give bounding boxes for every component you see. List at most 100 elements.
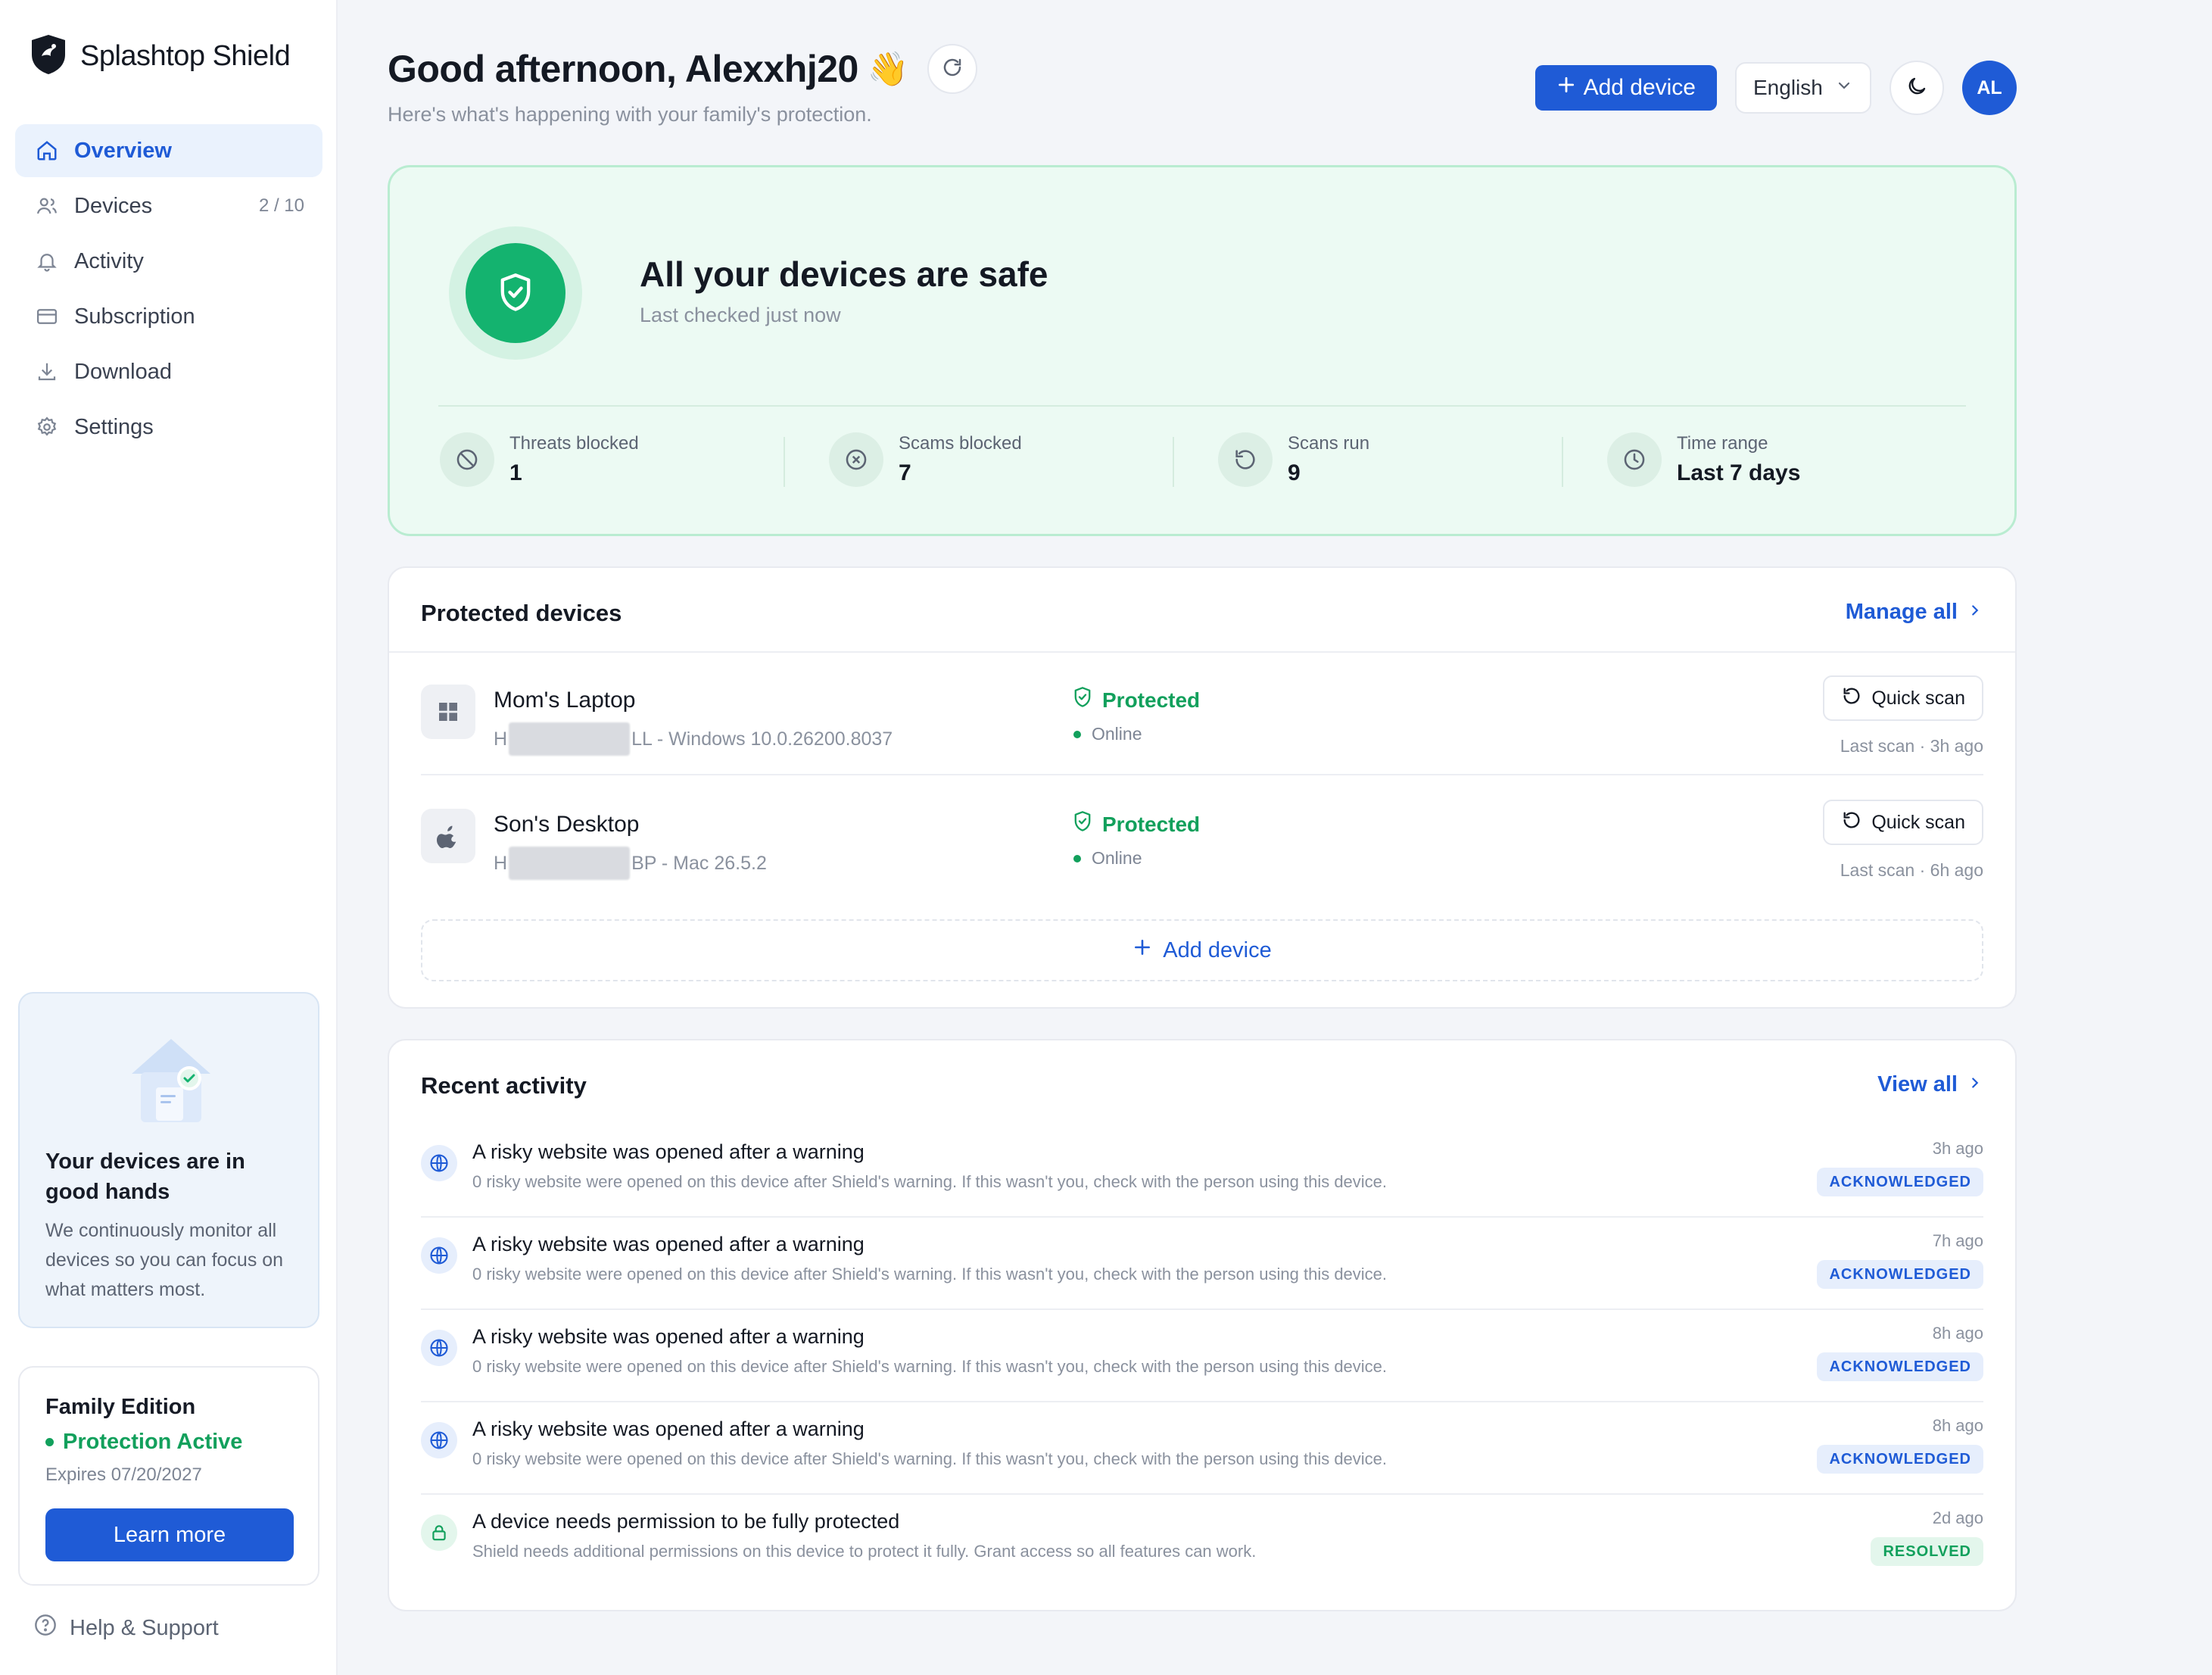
- safety-status-card: All your devices are safe Last checked j…: [388, 165, 2017, 536]
- status-badge: RESOLVED: [1871, 1537, 1983, 1566]
- plus-icon: [1132, 937, 1152, 963]
- activity-description: 0 risky website were opened on this devi…: [472, 1265, 1388, 1284]
- help-circle-icon: [33, 1613, 58, 1643]
- users-icon: [33, 192, 61, 220]
- brand[interactable]: Splashtop Shield: [29, 33, 291, 80]
- online-dot: [1073, 730, 1081, 738]
- divider: [438, 405, 1966, 407]
- device-meta: H BP - Mac 26.5.2: [494, 847, 767, 880]
- device-row[interactable]: Mom's Laptop H LL - Windows 10.0.26200.8…: [421, 653, 1983, 775]
- lock-icon: [421, 1514, 457, 1551]
- device-meta-suffix: BP - Mac 26.5.2: [631, 852, 767, 874]
- sidebar-item-overview[interactable]: Overview: [15, 124, 322, 177]
- learn-more-button[interactable]: Learn more: [45, 1508, 294, 1561]
- theme-toggle-button[interactable]: [1890, 61, 1944, 115]
- language-value: English: [1753, 76, 1823, 99]
- protection-status-label: Protected: [1102, 812, 1201, 836]
- add-device-row-button[interactable]: Add device: [421, 919, 1983, 981]
- home-icon: [33, 137, 61, 164]
- activity-description: 0 risky website were opened on this devi…: [472, 1449, 1388, 1468]
- panel-title: Recent activity: [421, 1072, 587, 1099]
- sidebar-item-label: Subscription: [74, 304, 195, 329]
- sidebar-item-subscription[interactable]: Subscription: [15, 290, 322, 343]
- stats-row: Threats blocked 1 Scams blocked 7 Scans …: [438, 432, 1966, 487]
- refresh-button[interactable]: [927, 44, 977, 94]
- header-actions: Add device English AL: [1534, 61, 2017, 115]
- history-icon: [1841, 809, 1862, 836]
- device-name: Son's Desktop: [494, 812, 640, 837]
- download-icon: [33, 358, 61, 385]
- history-icon: [1218, 432, 1273, 487]
- shield-check-icon: [1072, 810, 1093, 838]
- page-subtitle: Here's what's happening with your family…: [388, 103, 872, 126]
- plan-name: Family Edition: [45, 1395, 196, 1419]
- shield-check-icon: [466, 243, 565, 343]
- safety-title: All your devices are safe: [640, 254, 1048, 294]
- status-badge: ACKNOWLEDGED: [1817, 1445, 1983, 1474]
- device-name: Mom's Laptop: [494, 688, 636, 713]
- promo-title: Your devices are in good hands: [45, 1149, 245, 1204]
- device-count: 2 / 10: [258, 195, 304, 216]
- activity-time: 2d ago: [1932, 1508, 1983, 1527]
- status-dot: [45, 1438, 54, 1446]
- add-device-button[interactable]: Add device: [1534, 65, 1717, 111]
- sidebar-item-devices[interactable]: Devices 2 / 10: [15, 179, 322, 232]
- chevron-right-icon: [1967, 600, 1983, 625]
- wave-icon: 👋: [867, 51, 909, 88]
- x-circle-icon: [829, 432, 883, 487]
- sidebar-item-download[interactable]: Download: [15, 345, 322, 398]
- shield-logo-icon: [29, 33, 68, 80]
- quick-scan-button[interactable]: Quick scan: [1823, 800, 1983, 845]
- stat-label: Time range: [1677, 433, 1768, 454]
- manage-all-link[interactable]: Manage all: [1846, 600, 1983, 625]
- device-row[interactable]: Son's Desktop H BP - Mac 26.5.2 Protecte…: [421, 777, 1983, 900]
- stat-scans-run: Scans run 9: [1173, 432, 1577, 487]
- view-all-link[interactable]: View all: [1877, 1072, 1983, 1097]
- greeting: Good afternoon, Alexxhj20 👋: [388, 44, 977, 94]
- sidebar-nav: Overview Devices 2 / 10 Activity Subscri…: [15, 124, 322, 456]
- add-device-label: Add device: [1583, 75, 1696, 100]
- activity-item[interactable]: A device needs permission to be fully pr…: [421, 1496, 1983, 1587]
- protection-status-label: Protected: [1102, 688, 1201, 712]
- promo-text: We continuously monitor all devices so y…: [45, 1220, 284, 1300]
- activity-item[interactable]: A risky website was opened after a warni…: [421, 1219, 1983, 1310]
- plan-expiry: Expires 07/20/2027: [45, 1464, 202, 1485]
- stat-label: Scams blocked: [899, 433, 1022, 454]
- shield-badge: [449, 226, 582, 360]
- card-icon: [33, 303, 61, 330]
- activity-time: 3h ago: [1932, 1139, 1983, 1158]
- sidebar-item-settings[interactable]: Settings: [15, 401, 322, 454]
- activity-item[interactable]: A risky website was opened after a warni…: [421, 1312, 1983, 1402]
- device-meta: H LL - Windows 10.0.26200.8037: [494, 722, 893, 756]
- bell-icon: [33, 248, 61, 275]
- help-support-link[interactable]: Help & Support: [33, 1613, 219, 1643]
- avatar[interactable]: AL: [1962, 61, 2017, 115]
- activity-description: 0 risky website were opened on this devi…: [472, 1172, 1388, 1191]
- activity-item[interactable]: A risky website was opened after a warni…: [421, 1127, 1983, 1218]
- protection-status: Protected: [1072, 686, 1200, 714]
- quick-scan-button[interactable]: Quick scan: [1823, 675, 1983, 721]
- device-meta-prefix: H: [494, 728, 508, 750]
- protected-devices-panel: Protected devices Manage all Mom's Lapto…: [388, 566, 2017, 1009]
- activity-title: A risky website was opened after a warni…: [472, 1325, 865, 1348]
- stat-scams-blocked: Scams blocked 7: [784, 432, 1188, 487]
- plan-status: Protection Active: [45, 1430, 242, 1455]
- promo-card: Your devices are in good hands We contin…: [18, 992, 319, 1328]
- gear-icon: [33, 413, 61, 441]
- stat-label: Threats blocked: [509, 433, 639, 454]
- globe-icon: [421, 1422, 457, 1458]
- stat-time-range: Time range Last 7 days: [1562, 432, 1966, 487]
- activity-time: 8h ago: [1932, 1416, 1983, 1435]
- add-device-label: Add device: [1163, 937, 1272, 962]
- device-meta-suffix: LL - Windows 10.0.26200.8037: [631, 728, 893, 750]
- brand-name: Splashtop Shield: [80, 40, 291, 72]
- online-status: Online: [1073, 724, 1142, 744]
- activity-item[interactable]: A risky website was opened after a warni…: [421, 1404, 1983, 1495]
- activity-title: A risky website was opened after a warni…: [472, 1418, 865, 1440]
- language-select[interactable]: English: [1735, 62, 1871, 114]
- sidebar-item-activity[interactable]: Activity: [15, 235, 322, 288]
- status-badge: ACKNOWLEDGED: [1817, 1168, 1983, 1196]
- safety-subtitle: Last checked just now: [640, 304, 841, 326]
- activity-title: A risky website was opened after a warni…: [472, 1233, 865, 1255]
- view-all-label: View all: [1877, 1072, 1958, 1096]
